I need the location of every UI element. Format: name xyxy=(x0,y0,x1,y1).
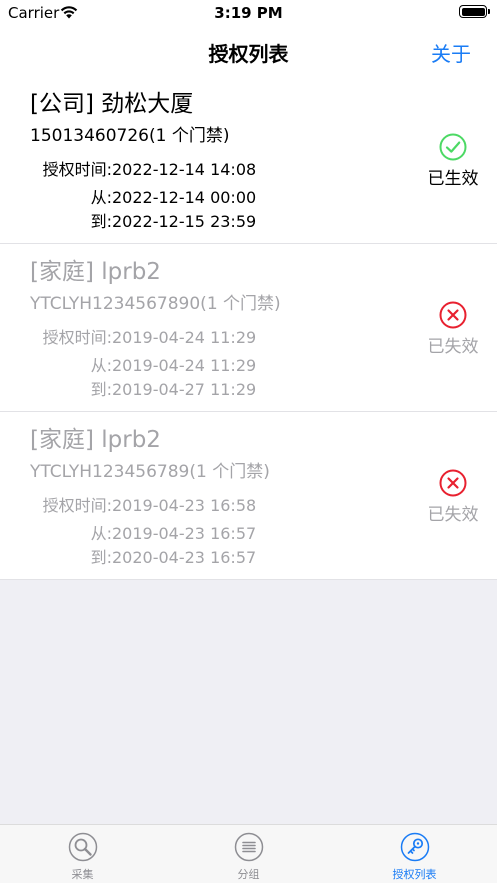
to-time-value: 2020-04-23 16:57 xyxy=(112,548,257,567)
battery-icon xyxy=(459,5,490,18)
authorization-list: [公司] 劲松大厦 15013460726(1 个门禁) 授权时间:2022-1… xyxy=(0,76,497,580)
page-title: 授权列表 xyxy=(208,42,289,66)
auth-time-label: 授权时间: xyxy=(42,328,112,347)
to-time-label: 到: xyxy=(90,212,112,231)
status-label: 已失效 xyxy=(427,337,479,357)
auth-time-value: 2019-04-24 11:29 xyxy=(112,328,257,347)
auth-time-label: 授权时间: xyxy=(42,496,112,515)
list-icon xyxy=(234,832,264,862)
clock: 3:19 PM xyxy=(214,4,283,22)
to-time-row: 到:2019-04-27 11:29 xyxy=(30,376,257,400)
to-time-row: 到:2022-12-15 23:59 xyxy=(30,208,257,232)
tab-authorization-list[interactable]: 授权列表 xyxy=(332,825,497,883)
authorization-item[interactable]: [家庭] lprb2 YTCLYH1234567890(1 个门禁) 授权时间:… xyxy=(0,244,497,412)
to-time-row: 到:2020-04-23 16:57 xyxy=(30,544,257,568)
item-subtitle: YTCLYH1234567890(1 个门禁) xyxy=(30,294,281,314)
auth-time-row: 授权时间:2019-04-24 11:29 xyxy=(30,324,257,348)
key-icon xyxy=(400,832,430,862)
search-icon xyxy=(68,832,98,862)
from-time-value: 2019-04-24 11:29 xyxy=(112,356,257,375)
from-time-label: 从: xyxy=(90,524,112,543)
tab-label: 采集 xyxy=(71,868,94,881)
from-time-row: 从:2022-12-14 00:00 xyxy=(30,184,257,208)
tab-collect[interactable]: 采集 xyxy=(0,825,165,883)
item-title: [家庭] lprb2 xyxy=(30,259,161,285)
item-title: [公司] 劲松大厦 xyxy=(30,91,194,117)
to-time-value: 2022-12-15 23:59 xyxy=(112,212,257,231)
about-button[interactable]: 关于 xyxy=(431,38,471,67)
from-time-value: 2019-04-23 16:57 xyxy=(112,524,257,543)
auth-time-label: 授权时间: xyxy=(42,160,112,179)
to-time-label: 到: xyxy=(90,380,112,399)
tab-label: 授权列表 xyxy=(392,868,437,881)
status-label: 已生效 xyxy=(427,169,479,189)
authorization-item[interactable]: [公司] 劲松大厦 15013460726(1 个门禁) 授权时间:2022-1… xyxy=(0,76,497,244)
item-subtitle: 15013460726(1 个门禁) xyxy=(30,126,230,146)
from-time-row: 从:2019-04-23 16:57 xyxy=(30,520,257,544)
authorization-item[interactable]: [家庭] lprb2 YTCLYH123456789(1 个门禁) 授权时间:2… xyxy=(0,412,497,580)
check-circle-icon xyxy=(439,133,467,161)
auth-time-row: 授权时间:2022-12-14 14:08 xyxy=(30,156,257,180)
item-title: [家庭] lprb2 xyxy=(30,427,161,453)
to-time-label: 到: xyxy=(90,548,112,567)
from-time-label: 从: xyxy=(90,356,112,375)
status-label: 已失效 xyxy=(427,505,479,525)
status-bar: Carrier 3:19 PM xyxy=(0,0,497,28)
auth-time-value: 2019-04-23 16:58 xyxy=(112,496,257,515)
navigation-bar: 授权列表 关于 xyxy=(0,28,497,76)
item-subtitle: YTCLYH123456789(1 个门禁) xyxy=(30,462,270,482)
x-circle-icon xyxy=(439,469,467,497)
from-time-row: 从:2019-04-24 11:29 xyxy=(30,352,257,376)
tab-bar: 采集 分组 授权列表 xyxy=(0,824,497,883)
auth-time-value: 2022-12-14 14:08 xyxy=(112,160,257,179)
from-time-label: 从: xyxy=(90,188,112,207)
x-circle-icon xyxy=(439,301,467,329)
to-time-value: 2019-04-27 11:29 xyxy=(112,380,257,399)
tab-label: 分组 xyxy=(237,868,260,881)
tab-group[interactable]: 分组 xyxy=(166,825,331,883)
from-time-value: 2022-12-14 00:00 xyxy=(112,188,257,207)
auth-time-row: 授权时间:2019-04-23 16:58 xyxy=(30,492,257,516)
